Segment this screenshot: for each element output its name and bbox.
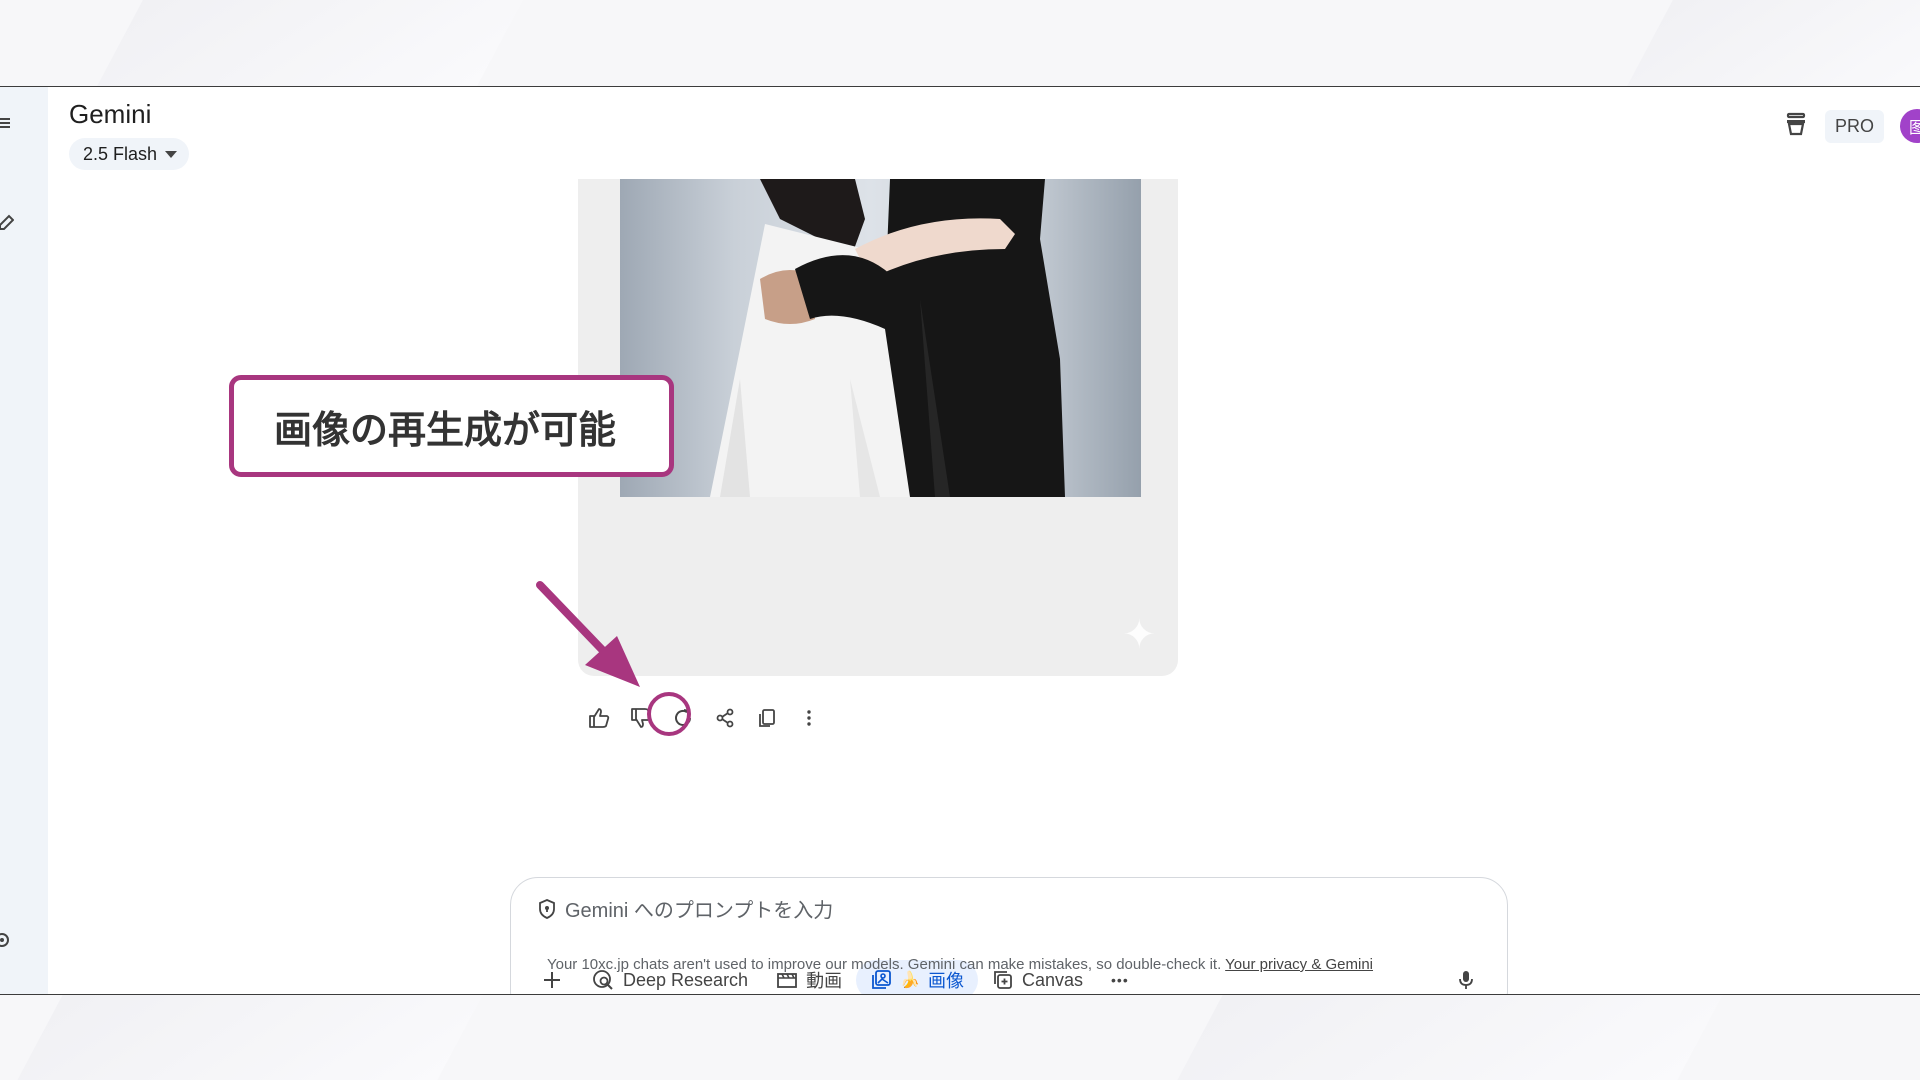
avatar[interactable]: 图 xyxy=(1900,109,1920,143)
menu-icon[interactable] xyxy=(0,115,14,136)
pro-badge[interactable]: PRO xyxy=(1824,109,1884,143)
gemini-sparkle-icon: ✦ xyxy=(1122,613,1156,657)
model-selector[interactable]: 2.5 Flash xyxy=(69,138,190,170)
caret-down-icon xyxy=(165,150,178,158)
footer-disclaimer: Your 10xc.jp chats aren't used to improv… xyxy=(0,956,1920,973)
prompt-row xyxy=(537,898,1265,925)
prompt-box: Deep Research 動画 🍌 画像 Canvas ••• xyxy=(510,877,1508,994)
settings-icon[interactable] xyxy=(0,929,14,956)
annotation-callout: 画像の再生成が可能 xyxy=(229,375,674,477)
generated-image xyxy=(620,179,1141,497)
shield-icon xyxy=(537,898,557,925)
top-right-controls: PRO 图 xyxy=(1783,109,1920,143)
prompt-input[interactable] xyxy=(565,900,1265,923)
disclaimer-text: Your 10xc.jp chats aren't used to improv… xyxy=(546,956,1226,973)
copy-icon[interactable] xyxy=(746,697,788,739)
more-vert-icon[interactable] xyxy=(788,697,830,739)
more-horiz-icon: ••• xyxy=(1111,972,1129,988)
new-chat-icon[interactable] xyxy=(0,211,15,238)
temporary-chat-icon[interactable] xyxy=(1783,111,1809,142)
banana-icon: 🍌 xyxy=(900,972,920,989)
annotation-highlight-ring xyxy=(647,692,691,736)
model-label: 2.5 Flash xyxy=(83,143,158,164)
thumbs-up-icon[interactable] xyxy=(578,697,620,739)
app-title: Gemini xyxy=(69,99,152,129)
privacy-link[interactable]: Your privacy & Gemini xyxy=(1225,956,1373,973)
sidebar xyxy=(0,87,48,994)
gemini-app-window: Gemini 2.5 Flash PRO 图 xyxy=(0,86,1920,995)
response-actions xyxy=(578,697,830,739)
share-icon[interactable] xyxy=(704,697,746,739)
